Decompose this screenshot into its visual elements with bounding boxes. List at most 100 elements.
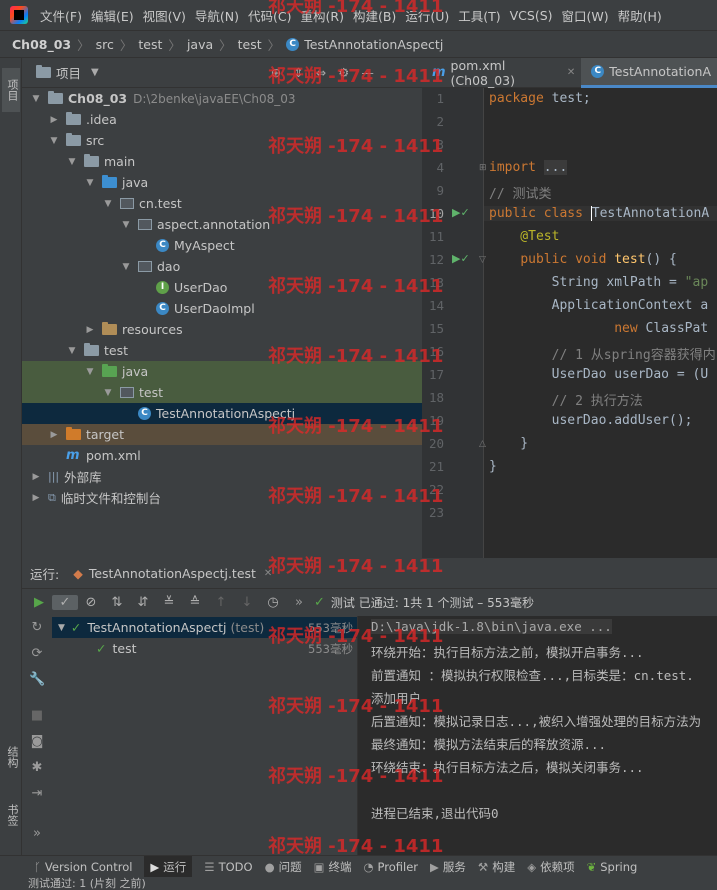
- expand-all-icon[interactable]: ⇕: [293, 65, 303, 80]
- breadcrumb-src[interactable]: src: [96, 37, 114, 52]
- menu-run[interactable]: 运行(U): [405, 6, 449, 25]
- code-import-folded[interactable]: ...: [543, 160, 568, 175]
- tool-tab-todo[interactable]: ☰ TODO: [204, 860, 252, 874]
- tool-tab-build[interactable]: ⚒ 构建: [478, 859, 515, 875]
- chevron-down-icon[interactable]: ▼: [102, 199, 114, 209]
- chevron-down-icon[interactable]: ▼: [102, 388, 114, 398]
- menu-window[interactable]: 窗口(W): [562, 6, 609, 25]
- tool-tab-version-control[interactable]: ᚴ Version Control: [34, 860, 132, 874]
- stop-icon[interactable]: ■: [29, 708, 45, 723]
- expand-all-icon[interactable]: ≚: [156, 595, 182, 610]
- menu-view[interactable]: 视图(V): [143, 6, 186, 25]
- breadcrumb-test[interactable]: test: [138, 37, 162, 52]
- chevron-right-icon[interactable]: ▶: [84, 325, 96, 335]
- chevron-down-icon[interactable]: ▼: [84, 178, 96, 188]
- chevron-down-icon[interactable]: ▼: [66, 157, 78, 167]
- tree-row-test[interactable]: ▼ test: [22, 340, 422, 361]
- tool-tab-spring[interactable]: ❦ Spring: [587, 860, 638, 874]
- breadcrumb-java[interactable]: java: [187, 37, 213, 52]
- arrow-down-icon[interactable]: ↓: [234, 595, 260, 610]
- tree-row-external-libraries[interactable]: ▶ ||| 外部库: [22, 466, 422, 487]
- tool-tab-dependencies[interactable]: ◈ 依赖项: [527, 859, 574, 875]
- breadcrumb-class[interactable]: TestAnnotationAspectj: [304, 37, 443, 52]
- project-pane-title[interactable]: 项目: [56, 63, 81, 82]
- tree-row-main-java[interactable]: ▼ java: [22, 172, 422, 193]
- close-icon[interactable]: ✕: [264, 568, 272, 579]
- arrow-up-icon[interactable]: ↑: [208, 595, 234, 610]
- tree-row-project-root[interactable]: ▼ Ch08_03 D:\2benke\javaEE\Ch08_03: [22, 88, 422, 109]
- show-ignored-icon[interactable]: ⊘: [78, 595, 104, 610]
- close-icon[interactable]: ✕: [567, 67, 575, 78]
- history-icon[interactable]: ◷: [260, 595, 286, 610]
- tree-row-src[interactable]: ▼ src: [22, 130, 422, 151]
- chevron-down-icon[interactable]: ▼: [58, 623, 65, 633]
- tree-row-main[interactable]: ▼ main: [22, 151, 422, 172]
- project-tool-tab[interactable]: 项目: [2, 68, 20, 112]
- tree-row-test-java[interactable]: ▼ java: [22, 361, 422, 382]
- chevron-down-icon[interactable]: ▼: [84, 367, 96, 377]
- tool-tab-run[interactable]: ▶ 运行: [144, 855, 193, 878]
- tree-row-userdaoimpl[interactable]: C UserDaoImpl: [22, 298, 422, 319]
- breadcrumb-test-package[interactable]: test: [238, 37, 262, 52]
- tree-row-scratches[interactable]: ▶ ⧉ 临时文件和控制台: [22, 487, 422, 508]
- chevron-down-icon[interactable]: ▼: [91, 67, 99, 78]
- chevron-right-icon[interactable]: ▶: [30, 493, 42, 503]
- camera-icon[interactable]: ◙: [29, 734, 45, 749]
- breadcrumb-project[interactable]: Ch08_03: [12, 37, 71, 52]
- sort-alpha-icon[interactable]: ⇅: [104, 595, 130, 610]
- chevron-down-icon[interactable]: ▼: [66, 346, 78, 356]
- tree-row-dao[interactable]: ▼ dao: [22, 256, 422, 277]
- tree-row-idea[interactable]: ▶ .idea: [22, 109, 422, 130]
- tree-row-myaspect[interactable]: C MyAspect: [22, 235, 422, 256]
- chevron-right-icon[interactable]: ▶: [30, 472, 42, 482]
- show-passed-icon[interactable]: ✓: [52, 595, 78, 610]
- chevron-down-icon[interactable]: ▼: [120, 220, 132, 230]
- wrench-icon[interactable]: 🔧: [29, 672, 45, 687]
- tool-tab-profiler[interactable]: ◔ Profiler: [364, 860, 419, 874]
- sort-duration-icon[interactable]: ⇵: [130, 595, 156, 610]
- more-icon[interactable]: »: [286, 595, 312, 610]
- locate-icon[interactable]: ⊕: [271, 65, 281, 80]
- bookmarks-tool-tab[interactable]: 书签: [2, 804, 20, 826]
- menu-file[interactable]: 文件(F): [40, 6, 82, 25]
- structure-tool-tab[interactable]: 结构: [2, 746, 20, 768]
- tree-row-aspect-annotation[interactable]: ▼ aspect.annotation: [22, 214, 422, 235]
- menu-edit[interactable]: 编辑(E): [91, 6, 134, 25]
- bug-icon[interactable]: ✱: [29, 760, 45, 775]
- run-test-gutter-icon[interactable]: ▶✓: [452, 252, 470, 265]
- tool-tab-problems[interactable]: ● 问题: [265, 859, 302, 875]
- menu-navigate[interactable]: 导航(N): [195, 6, 239, 25]
- tree-row-resources[interactable]: ▶ resources: [22, 319, 422, 340]
- run-config-tab[interactable]: ◆ TestAnnotationAspectj.test ✕: [73, 566, 272, 581]
- tree-row-pom[interactable]: m pom.xml: [22, 445, 422, 466]
- toggle-autotest-icon[interactable]: ⟳: [29, 646, 45, 661]
- tool-tab-terminal[interactable]: ▣ 终端: [314, 859, 352, 875]
- test-row-class[interactable]: ▼ ✓ TestAnnotationAspectj (test) 553毫秒: [52, 617, 357, 638]
- collapse-all-icon[interactable]: ≙: [182, 595, 208, 610]
- chevron-down-icon[interactable]: ▼: [30, 94, 42, 104]
- tree-row-testannotationaspectj[interactable]: C TestAnnotationAspectj: [22, 403, 422, 424]
- tree-row-cn-test[interactable]: ▼ cn.test: [22, 193, 422, 214]
- chevron-down-icon[interactable]: ▼: [120, 262, 132, 272]
- rerun-icon[interactable]: ▶: [26, 595, 52, 610]
- console-output[interactable]: D:\Java\jdk-1.8\bin\java.exe ... 环绕开始：执行…: [358, 616, 717, 855]
- chevron-right-icon[interactable]: ▶: [48, 430, 60, 440]
- run-test-gutter-icon[interactable]: ▶✓: [452, 206, 470, 219]
- collapse-all-icon[interactable]: ⇔: [316, 65, 326, 80]
- tab-testannotationaspectj[interactable]: C TestAnnotationA: [581, 57, 717, 88]
- menu-tools[interactable]: 工具(T): [458, 6, 500, 25]
- hide-icon[interactable]: —: [361, 65, 374, 80]
- tree-row-test-package[interactable]: ▼ test: [22, 382, 422, 403]
- exit-icon[interactable]: ⇥: [29, 786, 45, 801]
- menu-build[interactable]: 构建(B): [353, 6, 396, 25]
- more-icon[interactable]: »: [29, 826, 45, 841]
- gear-icon[interactable]: ⚙: [338, 65, 349, 80]
- chevron-right-icon[interactable]: ▶: [48, 115, 60, 125]
- menu-vcs[interactable]: VCS(S): [510, 8, 553, 23]
- menu-refactor[interactable]: 重构(R): [301, 6, 344, 25]
- chevron-down-icon[interactable]: ▼: [48, 136, 60, 146]
- tree-row-target[interactable]: ▶ target: [22, 424, 422, 445]
- menu-code[interactable]: 代码(C): [248, 6, 291, 25]
- code-area[interactable]: package test; import ... // 测试类 public c…: [484, 88, 717, 558]
- test-row-method[interactable]: ✓ test 553毫秒: [52, 638, 357, 659]
